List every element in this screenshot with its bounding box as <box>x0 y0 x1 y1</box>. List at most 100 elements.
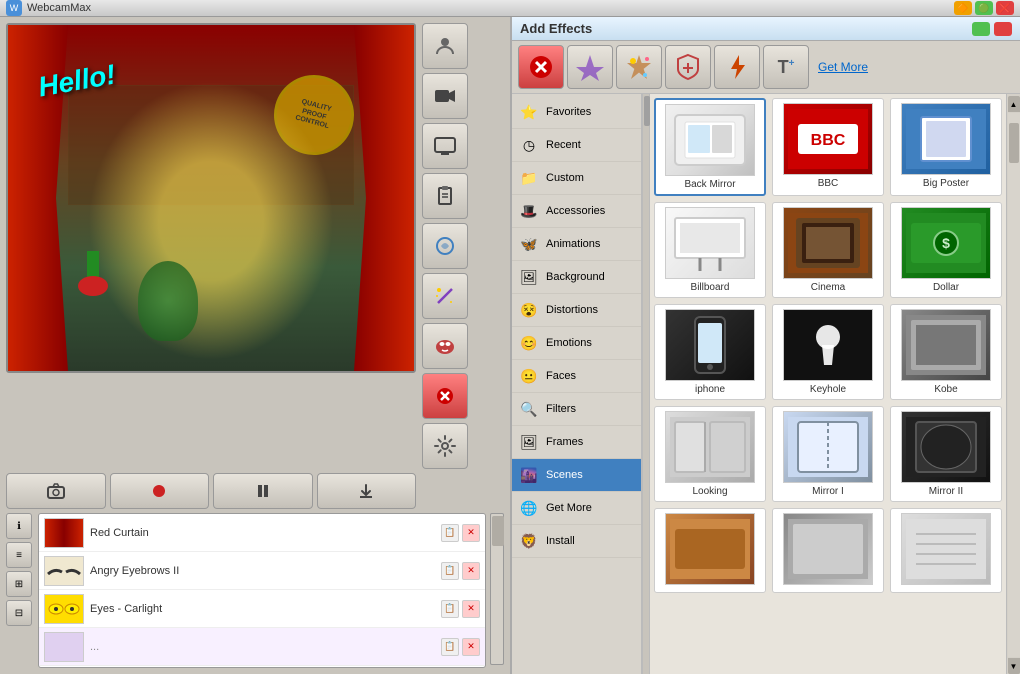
grid-scroll-thumb <box>1009 123 1019 163</box>
remove-effect-btn[interactable] <box>518 45 564 89</box>
grid-scroll-up[interactable]: ▲ <box>1008 96 1020 112</box>
wizard-btn[interactable] <box>567 45 613 89</box>
toolbar-wand-btn[interactable] <box>422 273 468 319</box>
effects-grid-area: Back Mirror BBC BBC Big Poste <box>650 94 1006 674</box>
effect-card-dollar[interactable]: $ Dollar <box>890 202 1002 298</box>
cat-animations[interactable]: 🦋 Animations <box>512 228 641 261</box>
collapse-button[interactable]: ⊟ <box>6 600 32 626</box>
toolbar-video-btn[interactable] <box>422 73 468 119</box>
cat-label: Faces <box>546 370 635 382</box>
effect-copy-btn[interactable]: 📋 <box>441 562 459 580</box>
cat-emotions[interactable]: 😊 Emotions <box>512 327 641 360</box>
person-overlay <box>88 81 334 361</box>
effect-card-looking[interactable]: Looking <box>654 406 766 502</box>
list-view-button[interactable]: ≡ <box>6 542 32 568</box>
effect-card-billboard[interactable]: Billboard <box>654 202 766 298</box>
cat-install[interactable]: 🦁 Install <box>512 525 641 558</box>
camera-icon <box>47 482 65 500</box>
grid-view-button[interactable]: ⊞ <box>6 571 32 597</box>
titlebar: W WebcamMax 🔶 🟢 ❌ <box>0 0 1020 17</box>
grid-scrollbar[interactable]: ▲ ▼ <box>1006 94 1020 674</box>
accessories-icon: 🎩 <box>518 200 540 222</box>
effect-img <box>665 309 755 381</box>
effects-close-btn[interactable] <box>994 22 1012 36</box>
effect-item[interactable]: ... 📋 ✕ <box>39 628 485 666</box>
effect-item[interactable]: Red Curtain 📋 ✕ <box>39 514 485 552</box>
category-sidebar: ⭐ Favorites ◷ Recent 📁 Custom 🎩 Accessor… <box>512 94 642 674</box>
cat-distortions[interactable]: 😵 Distortions <box>512 294 641 327</box>
effect-remove-btn[interactable]: ✕ <box>462 524 480 542</box>
effect-card-mirror1[interactable]: Mirror I <box>772 406 884 502</box>
minimize-button[interactable]: 🔶 <box>954 1 972 15</box>
effect-item[interactable]: Angry Eyebrows II 📋 ✕ <box>39 552 485 590</box>
favorites-icon: ⭐ <box>518 101 540 123</box>
effect-copy-btn[interactable]: 📋 <box>441 600 459 618</box>
cat-scenes[interactable]: 🌆 Scenes <box>512 459 641 492</box>
effect-card-iphone[interactable]: iphone <box>654 304 766 400</box>
get-more-link[interactable]: Get More <box>818 60 868 74</box>
effect-img <box>783 513 873 585</box>
effect-copy-btn[interactable]: 📋 <box>441 524 459 542</box>
effect-card-bbc[interactable]: BBC BBC <box>772 98 884 196</box>
effect-img: $ <box>901 207 991 279</box>
cat-accessories[interactable]: 🎩 Accessories <box>512 195 641 228</box>
download-button[interactable] <box>317 473 417 509</box>
restore-button[interactable]: 🟢 <box>975 1 993 15</box>
cat-filters[interactable]: 🔍 Filters <box>512 393 641 426</box>
clipboard-icon <box>433 184 457 208</box>
cat-frames[interactable]: 🖼 Frames <box>512 426 641 459</box>
toolbar-screen-btn[interactable] <box>422 123 468 169</box>
effect-img <box>665 104 755 176</box>
toolbar-mask-btn[interactable] <box>422 323 468 369</box>
toolbar-effects-btn[interactable] <box>422 223 468 269</box>
effects-toolbar: T+ Get More <box>512 41 1020 94</box>
effect-card-bottom1[interactable] <box>654 508 766 593</box>
effect-actions: 📋 ✕ <box>441 600 480 618</box>
effects-maximize-btn[interactable] <box>972 22 990 36</box>
grid-scroll-down[interactable]: ▼ <box>1008 658 1020 674</box>
effect-card-big-poster[interactable]: Big Poster <box>890 98 1002 196</box>
effect-card-cinema[interactable]: Cinema <box>772 202 884 298</box>
pause-button[interactable] <box>213 473 313 509</box>
playback-controls <box>6 473 416 509</box>
effect-remove-btn[interactable]: ✕ <box>462 600 480 618</box>
party-btn[interactable] <box>616 45 662 89</box>
effect-copy-btn[interactable]: 📋 <box>441 638 459 656</box>
effect-card-bottom3[interactable] <box>890 508 1002 593</box>
lightning-btn[interactable] <box>714 45 760 89</box>
list-scrollbar[interactable] <box>490 513 504 665</box>
effect-actions: 📋 ✕ <box>441 638 480 656</box>
effect-card-bottom2[interactable] <box>772 508 884 593</box>
cat-recent[interactable]: ◷ Recent <box>512 129 641 162</box>
cat-faces[interactable]: 😐 Faces <box>512 360 641 393</box>
effect-card-keyhole[interactable]: Keyhole <box>772 304 884 400</box>
effect-remove-btn[interactable]: ✕ <box>462 638 480 656</box>
toolbar-settings-btn[interactable] <box>422 423 468 469</box>
effect-card-kobe[interactable]: Kobe <box>890 304 1002 400</box>
close-button[interactable]: ❌ <box>996 1 1014 15</box>
effect-item[interactable]: Eyes - Carlight 📋 ✕ <box>39 590 485 628</box>
effect-card-mirror2[interactable]: Mirror II <box>890 406 1002 502</box>
toolbar-person-btn[interactable] <box>422 23 468 69</box>
cat-label: Accessories <box>546 205 635 217</box>
shield-plus-btn[interactable] <box>665 45 711 89</box>
list-side-icons: ℹ ≡ ⊞ ⊟ <box>6 513 34 626</box>
cat-label: Install <box>546 535 635 547</box>
left-top: Hello! QUALITYPROOFCONTROL <box>6 23 504 469</box>
category-scrollbar[interactable] <box>642 94 650 674</box>
cat-background[interactable]: 🖼 Background <box>512 261 641 294</box>
cat-get-more[interactable]: 🌐 Get More <box>512 492 641 525</box>
toolbar-clipboard-btn[interactable] <box>422 173 468 219</box>
effect-remove-btn[interactable]: ✕ <box>462 562 480 580</box>
cat-custom[interactable]: 📁 Custom <box>512 162 641 195</box>
effect-name: Red Curtain <box>90 527 435 539</box>
record-button[interactable] <box>110 473 210 509</box>
toolbar-remove-btn[interactable] <box>422 373 468 419</box>
cat-favorites[interactable]: ⭐ Favorites <box>512 96 641 129</box>
effect-card-back-mirror[interactable]: Back Mirror <box>654 98 766 196</box>
effect-card-label: Mirror II <box>929 486 963 497</box>
capture-button[interactable] <box>6 473 106 509</box>
text-btn[interactable]: T+ <box>763 45 809 89</box>
effect-name: Angry Eyebrows II <box>90 565 435 577</box>
info-button[interactable]: ℹ <box>6 513 32 539</box>
